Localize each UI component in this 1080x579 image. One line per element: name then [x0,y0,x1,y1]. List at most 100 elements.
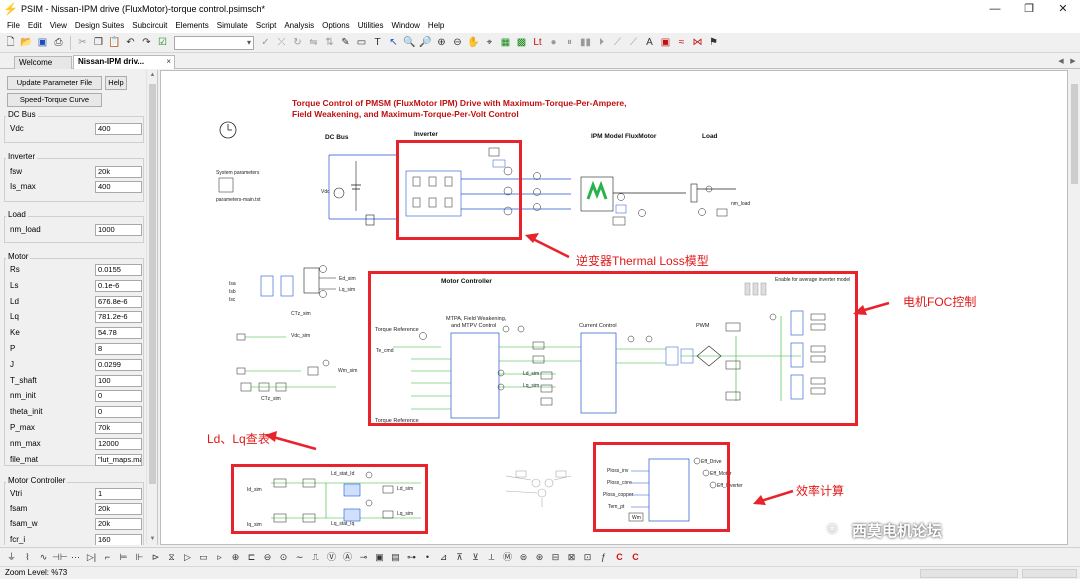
menu-design-suites[interactable]: Design Suites [71,21,128,30]
mirror-icon[interactable]: ⇅ [322,35,337,50]
close-button[interactable]: ✕ [1046,0,1080,18]
param-input[interactable]: 0.0299 [95,358,142,371]
tab-scroll-right-icon[interactable]: ▶ [1068,56,1078,68]
pencil-icon[interactable]: ✎ [338,35,353,50]
select-arrow-icon[interactable]: ↖ [386,35,401,50]
stop-icon[interactable]: ● [546,35,561,50]
block-icon[interactable]: ▭ [196,550,211,564]
module-icon[interactable]: ▣ [658,35,673,50]
scroll-down-icon[interactable]: ▼ [147,534,158,545]
logic-icon[interactable]: ⊡ [580,550,595,564]
param-input[interactable]: 1 [95,488,142,500]
param-input[interactable]: 54.78 [95,327,142,340]
cut-icon[interactable]: ✂ [75,35,90,50]
undo-icon[interactable]: ↶ [123,35,138,50]
menu-script[interactable]: Script [252,21,280,30]
voltage-source-icon[interactable]: ⊖ [260,550,275,564]
lt-icon[interactable]: Lt [530,35,545,50]
menu-edit[interactable]: Edit [24,21,46,30]
scroll-up-icon[interactable]: ▲ [147,70,158,81]
menu-subcircuit[interactable]: Subcircuit [128,21,171,30]
text-icon[interactable]: T [370,35,385,50]
param-input[interactable]: 0.0155 [95,264,142,276]
param-input[interactable]: 676.8e-6 [95,295,142,308]
copy-icon[interactable]: ❐ [91,35,106,50]
flag-icon[interactable]: ⚑ [706,35,721,50]
param-input[interactable]: "lut_maps.mat [95,453,142,466]
tab-welcome[interactable]: Welcome [14,56,72,69]
simview-icon[interactable]: ▩ [514,35,529,50]
menu-view[interactable]: View [46,21,71,30]
filter-icon[interactable]: ⊼ [452,550,467,564]
zoom-fit-icon[interactable]: ⊕ [434,35,449,50]
transformer-icon[interactable]: ⧖ [164,550,179,564]
param-input[interactable]: 0 [95,406,142,419]
sensor-icon[interactable]: ⊛ [532,550,547,564]
param-input[interactable]: 400 [95,123,142,135]
motor-icon[interactable]: ≈ [674,35,689,50]
menu-file[interactable]: File [3,21,24,30]
dc-motor-icon[interactable]: Ⓜ [500,550,515,564]
redo-icon[interactable]: ↷ [139,35,154,50]
param-input[interactable]: 1000 [95,224,142,236]
pwm-icon[interactable]: ⊟ [548,550,563,564]
save-icon[interactable]: ▣ [35,35,50,50]
tab-close-icon[interactable]: × [166,56,171,68]
step-source-icon[interactable]: ⎍ [308,550,323,564]
param-input[interactable]: 12000 [95,437,142,450]
zoom-out-icon[interactable]: 🔎 [418,35,433,50]
tab-schematic[interactable]: Nissan-IPM driv... × [73,55,175,69]
label-tag-icon[interactable]: ⊸ [356,550,371,564]
menu-window[interactable]: Window [387,21,423,30]
mech-load-icon[interactable]: ⊜ [516,550,531,564]
print-icon[interactable]: ⎙ [51,35,66,50]
probe-tool-icon[interactable]: ⊶ [404,550,419,564]
param-input[interactable]: 70k [95,422,142,434]
scope-icon[interactable]: ▣ [372,550,387,564]
param-input[interactable]: 781.2e-6 [95,311,142,324]
tab-scroll-left-icon[interactable]: ◀ [1056,56,1066,68]
zoom-area-icon[interactable]: ⊖ [450,35,465,50]
run-simulation-icon[interactable]: ▦ [498,35,513,50]
param-input[interactable]: 20k [95,503,142,516]
probe-icon[interactable]: ⟋ [610,35,625,50]
resistor-icon[interactable]: ⌇ [20,550,35,564]
function-icon[interactable]: ƒ [596,550,611,564]
param-input[interactable]: 20k [95,518,142,531]
wire-icon[interactable]: ⤫ [274,35,289,50]
igbt-icon[interactable]: ⊩ [132,550,147,564]
rlc-icon[interactable]: ⋯ [68,550,83,564]
comparator-icon[interactable]: ⊠ [564,550,579,564]
menu-help[interactable]: Help [424,21,448,30]
mosfet-icon[interactable]: ⊨ [116,550,131,564]
step-icon[interactable]: ▮▮ [578,35,593,50]
thyristor-icon[interactable]: ⊳ [148,550,163,564]
menu-analysis[interactable]: Analysis [280,21,318,30]
sine-source-icon[interactable]: ∼ [292,550,307,564]
checklist-icon[interactable]: ☑ [155,35,170,50]
resume-icon[interactable]: ⏵ [594,35,609,50]
open-folder-icon[interactable]: 📂 [19,35,34,50]
c-block-icon[interactable]: C [612,550,627,564]
inductor-icon[interactable]: ∿ [36,550,51,564]
speed-torque-curve-button[interactable]: Speed-Torque Curve [7,93,102,107]
menu-simulate[interactable]: Simulate [213,21,252,30]
param-input[interactable]: 20k [95,166,142,178]
opamp-icon[interactable]: ▷ [180,550,195,564]
capacitor-icon[interactable]: ⊣⊢ [52,550,68,564]
sum-icon[interactable]: ⊕ [228,550,243,564]
sampler-icon[interactable]: ⟂ [484,550,499,564]
switch-ctrl-icon[interactable]: ⊿ [436,550,451,564]
switch-icon[interactable]: ⌐ [100,550,115,564]
ground-icon[interactable]: ⏚ [4,550,19,564]
param-input[interactable]: 0.1e-6 [95,279,142,292]
node-icon[interactable]: • [420,550,435,564]
update-parameter-file-button[interactable]: Update Parameter File [7,76,102,90]
probe2-icon[interactable]: ⟋ [626,35,641,50]
menu-elements[interactable]: Elements [171,21,212,30]
panel-scrollbar[interactable]: ▲ ▼ [146,70,157,545]
current-source-icon[interactable]: ⊙ [276,550,291,564]
flip-icon[interactable]: ⇋ [306,35,321,50]
new-file-icon[interactable]: 🗋 [3,35,18,50]
measure-icon[interactable]: ⌖ [482,35,497,50]
